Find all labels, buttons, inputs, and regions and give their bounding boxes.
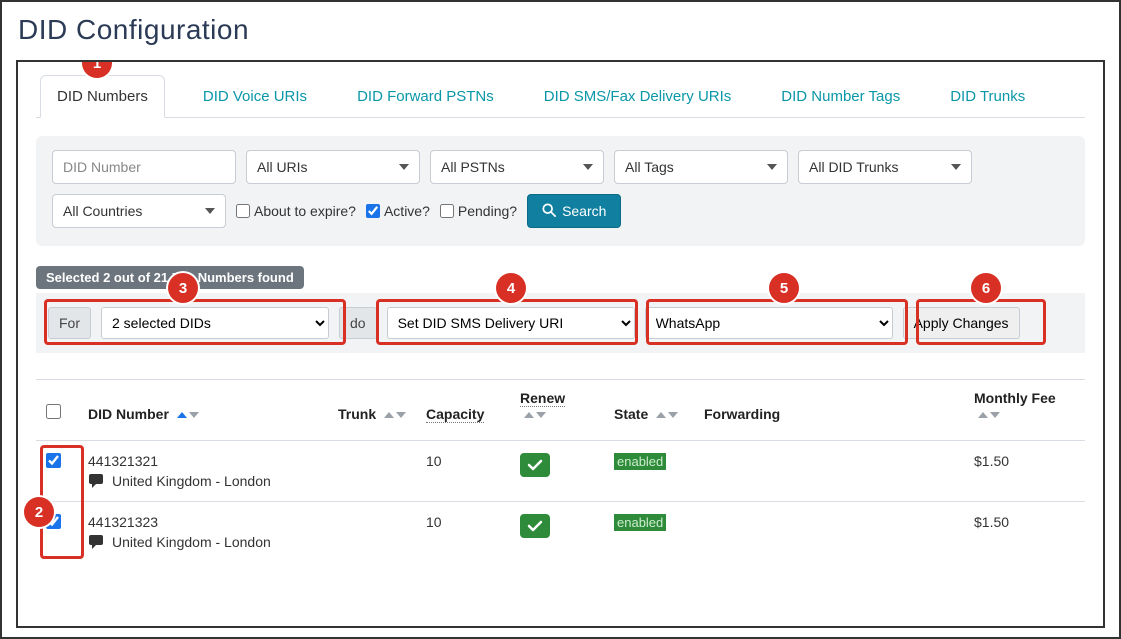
about-to-expire-label: About to expire? — [254, 203, 356, 219]
all-uris-label: All URIs — [257, 159, 308, 175]
action-bar: 3 4 5 6 For 2 selected DIDs do Set DID S… — [36, 293, 1085, 353]
table-row: 441321323 United Kingdom - London 10 — [36, 502, 1085, 563]
tab-did-forward-pstns[interactable]: DID Forward PSTNs — [347, 76, 506, 117]
chevron-down-icon — [205, 208, 215, 214]
did-location: United Kingdom - London — [112, 534, 271, 550]
forwarding-value — [694, 441, 964, 502]
state-badge: enabled — [614, 514, 666, 531]
col-monthly-fee[interactable]: Monthly Fee — [964, 380, 1085, 441]
about-to-expire-input[interactable] — [236, 204, 250, 218]
col-did-number[interactable]: DID Number — [78, 380, 328, 441]
do-label: do — [339, 307, 377, 339]
page-title: DID Configuration — [18, 14, 1105, 46]
sort-icon[interactable] — [524, 412, 546, 418]
forwarding-value — [694, 502, 964, 563]
all-uris-select[interactable]: All URIs — [246, 150, 420, 184]
tab-did-voice-uris[interactable]: DID Voice URIs — [193, 76, 319, 117]
all-pstns-select[interactable]: All PSTNs — [430, 150, 604, 184]
all-countries-select[interactable]: All Countries — [52, 194, 226, 228]
did-number[interactable]: 441321323 — [88, 514, 318, 530]
callout-3: 3 — [168, 273, 198, 303]
active-label: Active? — [384, 203, 430, 219]
did-number-input[interactable]: DID Number — [52, 150, 236, 184]
action-select[interactable]: Set DID SMS Delivery URI — [387, 307, 635, 339]
sort-icon[interactable] — [384, 412, 406, 418]
tab-did-sms-fax-delivery-uris[interactable]: DID SMS/Fax Delivery URIs — [534, 76, 744, 117]
callout-5: 5 — [769, 273, 799, 303]
tab-did-number-tags[interactable]: DID Number Tags — [771, 76, 912, 117]
about-to-expire-checkbox[interactable]: About to expire? — [236, 203, 356, 219]
active-input[interactable] — [366, 204, 380, 218]
callout-6: 6 — [971, 273, 1001, 303]
all-countries-label: All Countries — [63, 203, 142, 219]
callout-2: 2 — [24, 497, 54, 527]
search-button[interactable]: Search — [527, 194, 621, 228]
pending-input[interactable] — [440, 204, 454, 218]
chevron-down-icon — [399, 164, 409, 170]
pending-label: Pending? — [458, 203, 517, 219]
state-badge: enabled — [614, 453, 666, 470]
renew-badge — [520, 514, 550, 538]
chevron-down-icon — [767, 164, 777, 170]
callout-4: 4 — [496, 273, 526, 303]
all-did-trunks-select[interactable]: All DID Trunks — [798, 150, 972, 184]
search-button-label: Search — [562, 203, 606, 219]
chat-icon — [88, 534, 106, 550]
all-tags-label: All Tags — [625, 159, 674, 175]
chevron-down-icon — [583, 164, 593, 170]
apply-changes-button[interactable]: Apply Changes — [903, 307, 1020, 339]
filter-panel: DID Number All URIs All PSTNs All Tags A… — [36, 136, 1085, 246]
table-row: 441321321 United Kingdom - London 10 — [36, 441, 1085, 502]
col-state[interactable]: State — [604, 380, 694, 441]
row-checkbox[interactable] — [46, 453, 61, 468]
did-location: United Kingdom - London — [112, 473, 271, 489]
capacity-value: 10 — [416, 441, 510, 502]
pending-checkbox[interactable]: Pending? — [440, 203, 517, 219]
all-pstns-label: All PSTNs — [441, 159, 505, 175]
sort-icon[interactable] — [978, 412, 1000, 418]
did-table: DID Number Trunk Capacity Renew — [36, 379, 1085, 562]
chevron-down-icon — [951, 164, 961, 170]
for-select[interactable]: 2 selected DIDs — [101, 307, 329, 339]
sort-icon[interactable] — [177, 412, 199, 418]
select-all-checkbox[interactable] — [46, 404, 61, 419]
tab-did-numbers[interactable]: DID Numbers — [40, 75, 165, 118]
active-checkbox[interactable]: Active? — [366, 203, 430, 219]
target-select[interactable]: WhatsApp — [645, 307, 893, 339]
all-tags-select[interactable]: All Tags — [614, 150, 788, 184]
monthly-fee-value: $1.50 — [964, 441, 1085, 502]
renew-badge — [520, 453, 550, 477]
col-trunk[interactable]: Trunk — [328, 380, 416, 441]
did-number[interactable]: 441321321 — [88, 453, 318, 469]
sort-icon[interactable] — [656, 412, 678, 418]
all-did-trunks-label: All DID Trunks — [809, 159, 898, 175]
chat-icon — [88, 473, 106, 489]
search-icon — [542, 203, 556, 220]
col-forwarding: Forwarding — [694, 380, 964, 441]
tab-did-trunks[interactable]: DID Trunks — [940, 76, 1037, 117]
monthly-fee-value: $1.50 — [964, 502, 1085, 563]
col-capacity[interactable]: Capacity — [416, 380, 510, 441]
col-renew[interactable]: Renew — [510, 380, 604, 441]
tabs-bar: DID Numbers DID Voice URIs DID Forward P… — [36, 74, 1085, 118]
capacity-value: 10 — [416, 502, 510, 563]
for-label: For — [48, 307, 91, 339]
